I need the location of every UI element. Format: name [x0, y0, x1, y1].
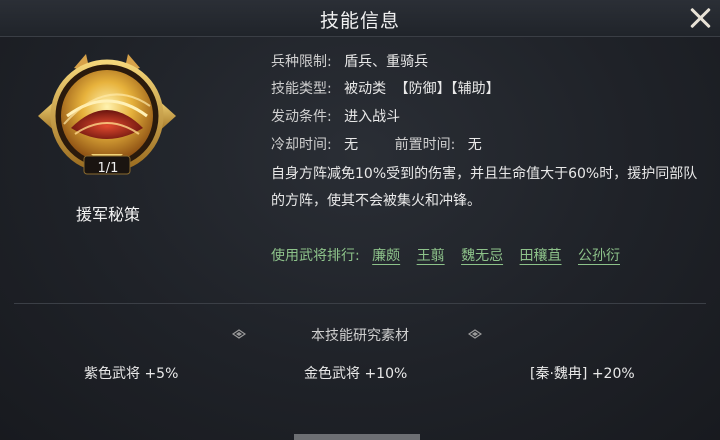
general-link[interactable]: 田穰苴 [520, 248, 562, 264]
cooldown-label: 冷却时间: [271, 137, 332, 153]
title-bar: 技能信息 [0, 0, 720, 37]
trigger-value: 进入战斗 [344, 109, 401, 125]
close-icon[interactable] [686, 4, 714, 32]
general-link[interactable]: 魏无忌 [461, 248, 503, 264]
cooldown-value: 无 [344, 137, 359, 153]
skill-type-value: 被动类 [344, 81, 387, 97]
skill-tag-defense: 【防御】 [394, 81, 451, 97]
unit-limit-label: 兵种限制: [271, 54, 332, 70]
pre-time-value: 无 [467, 137, 482, 153]
bonus-purple-general: 紫色武将 +5% [84, 366, 179, 382]
skill-type-label: 技能类型: [271, 81, 332, 97]
dialog-title: 技能信息 [319, 10, 400, 32]
skill-tag-support: 【辅助】 [450, 81, 500, 97]
bonus-gold-general: 金色武将 +10% [304, 366, 408, 382]
general-link[interactable]: 王翦 [417, 248, 445, 264]
skill-name: 援军秘策 [75, 205, 140, 224]
skill-info-dialog: 技能信息 1/1 援军秘策 兵种限制: 盾兵、重骑兵 技能类型: 被动类 【防御… [0, 0, 720, 440]
cooldown-row: 冷却时间: 无 前置时间: 无 [271, 134, 482, 154]
skill-description: 自身方阵减免10%受到的伤害，并且生命值大于60%时，援护同部队的方阵，使其不会… [271, 166, 698, 209]
pre-time-label: 前置时间: [394, 137, 456, 153]
section-divider [14, 303, 706, 304]
ranking-label: 使用武将排行: [271, 248, 360, 264]
diamond-ornament-icon [468, 329, 482, 339]
bonus-specific-general: [秦·魏冉] +20% [530, 366, 635, 382]
skill-count: 1/1 [97, 161, 119, 176]
trigger-row: 发动条件: 进入战斗 [271, 106, 400, 126]
unit-limit-row: 兵种限制: 盾兵、重骑兵 [271, 51, 428, 71]
general-ranking: 使用武将排行: 廉颇 王翦 魏无忌 田穰苴 公孙衍 [271, 245, 632, 265]
general-link[interactable]: 廉颇 [372, 248, 400, 264]
research-title: 本技能研究素材 [311, 328, 409, 344]
trigger-label: 发动条件: [271, 109, 332, 125]
unit-limit-value: 盾兵、重骑兵 [344, 54, 429, 70]
skill-type-row: 技能类型: 被动类 【防御】【辅助】 [271, 78, 500, 98]
bottom-handle [294, 434, 420, 440]
general-link[interactable]: 公孙衍 [578, 248, 620, 264]
